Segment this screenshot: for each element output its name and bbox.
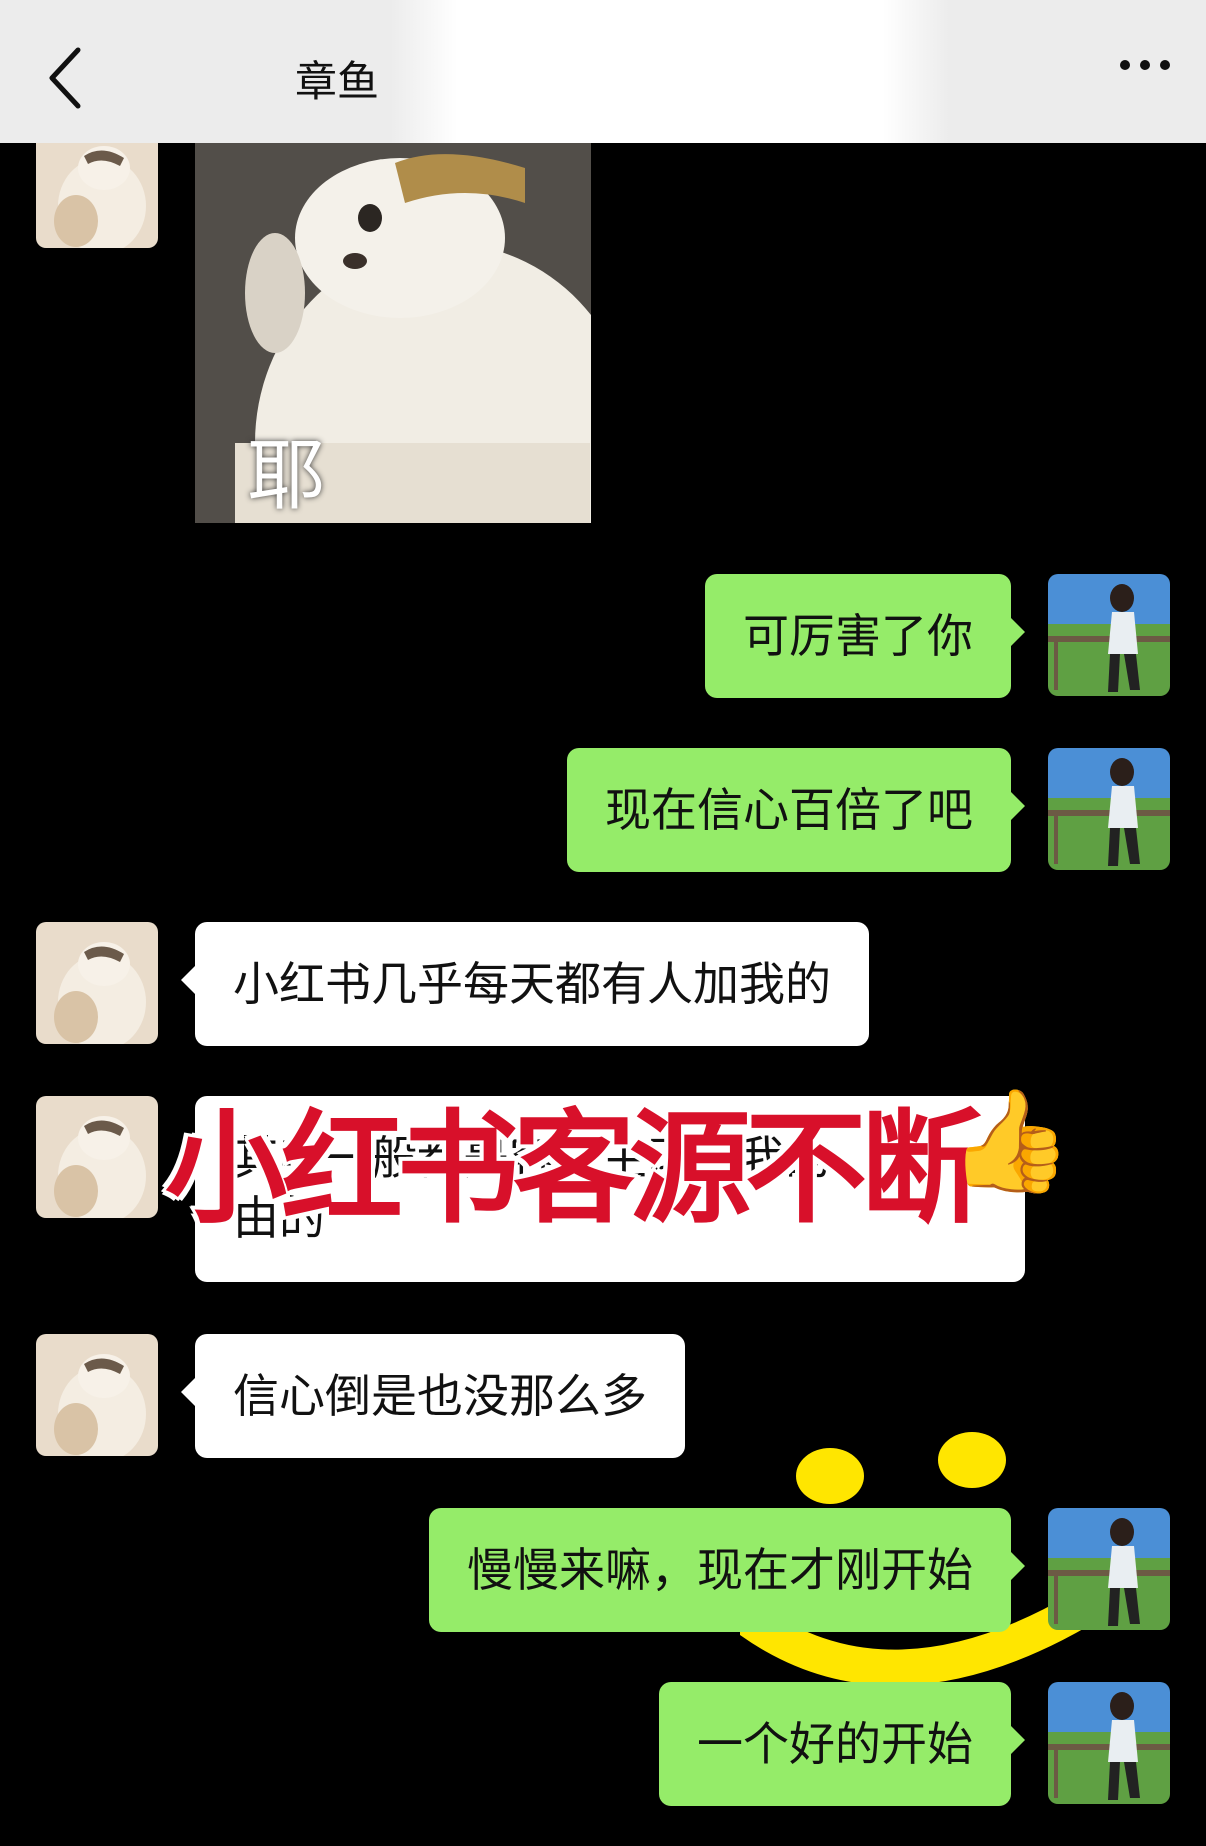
message-bubble-incoming[interactable]: 小红书几乎每天都有人加我的 xyxy=(181,922,869,1046)
message-text: 小红书几乎每天都有人加我的 xyxy=(233,957,831,1011)
contact-avatar[interactable] xyxy=(36,1096,158,1218)
message-bubble-outgoing[interactable]: 可厉害了你 xyxy=(705,574,1025,698)
thumbs-up-icon: 👍 xyxy=(948,1082,1073,1199)
redacted-area xyxy=(390,0,950,143)
user-avatar[interactable] xyxy=(1048,1682,1170,1804)
contact-avatar[interactable] xyxy=(36,143,158,248)
cat-sticker-image[interactable]: 耶 xyxy=(195,143,591,523)
message-text: 信心倒是也没那么多 xyxy=(233,1369,647,1423)
user-avatar[interactable] xyxy=(1048,748,1170,870)
message-bubble-incoming[interactable]: 信心倒是也没那么多 xyxy=(181,1334,685,1458)
message-bubble-outgoing[interactable]: 现在信心百倍了吧 xyxy=(567,748,1025,872)
user-avatar[interactable] xyxy=(1048,574,1170,696)
chat-title: 章鱼 xyxy=(295,57,380,106)
message-text: 现在信心百倍了吧 xyxy=(605,783,973,837)
back-icon[interactable] xyxy=(38,38,98,118)
more-options-icon[interactable] xyxy=(1120,60,1170,70)
contact-avatar[interactable] xyxy=(36,1334,158,1456)
message-bubble-outgoing[interactable]: 一个好的开始 xyxy=(659,1682,1025,1806)
message-text: 一个好的开始 xyxy=(697,1717,973,1771)
message-text: 慢慢来嘛，现在才刚开始 xyxy=(467,1543,973,1597)
message-text: 可厉害了你 xyxy=(743,609,973,663)
user-avatar[interactable] xyxy=(1048,1508,1170,1630)
overlay-banner-text: 小红书客源不断 xyxy=(162,1095,986,1243)
contact-avatar[interactable] xyxy=(36,922,158,1044)
message-bubble-outgoing[interactable]: 慢慢来嘛，现在才刚开始 xyxy=(429,1508,1025,1632)
sticker-caption: 耶 xyxy=(247,431,326,521)
chat-header: 章鱼 xyxy=(0,0,1206,143)
